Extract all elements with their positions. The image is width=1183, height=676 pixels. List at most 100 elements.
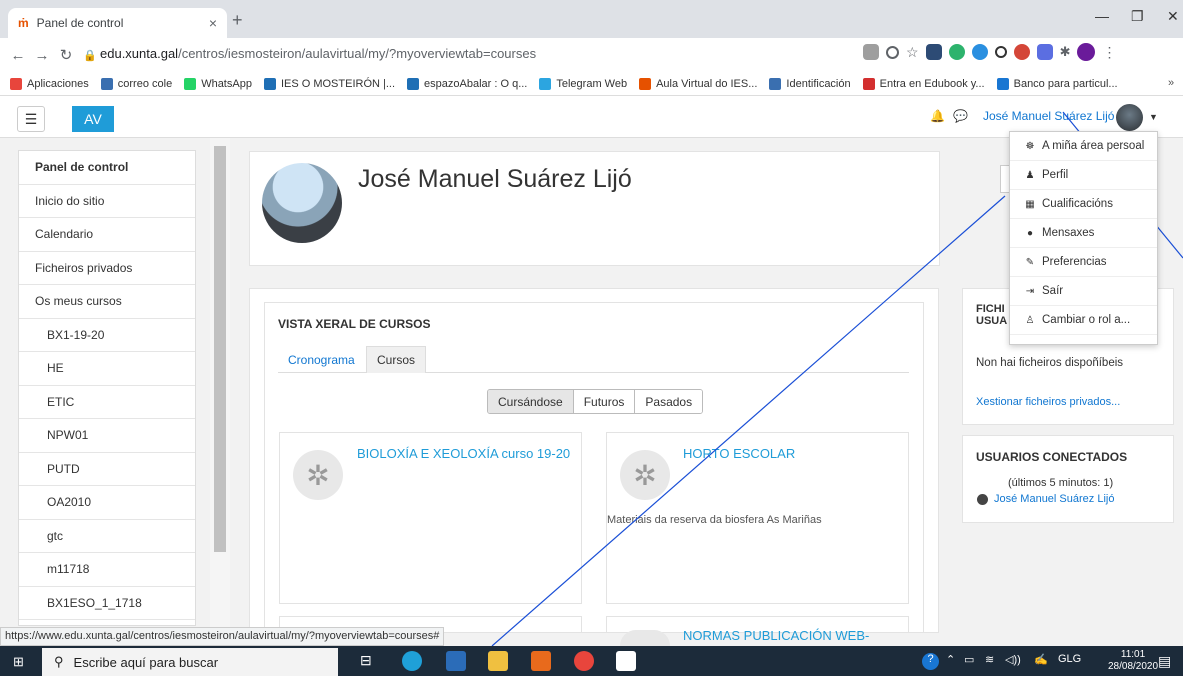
menu-icon[interactable]: ⋮ [1102,44,1116,61]
course-title[interactable]: NORMAS PUBLICACIÓN WEB- [683,629,869,643]
translate-icon[interactable] [863,44,879,60]
new-tab-button[interactable]: + [232,10,243,31]
site-logo[interactable]: AV [72,106,114,132]
taskbar-search-placeholder: Escribe aquí para buscar [73,654,219,670]
moodle-icon [639,77,652,90]
app-icon[interactable] [531,651,551,671]
manage-files-link[interactable]: Xestionar ficheiros privados... [976,396,1120,408]
caret-down-icon[interactable]: ▼ [1149,112,1158,122]
close-window-icon[interactable]: ✕ [1167,8,1179,25]
notifications-icon[interactable]: ▤ [1158,653,1171,670]
bookmark-label: Identificación [786,77,851,90]
help-icon[interactable]: ? [922,653,939,670]
profile-icon[interactable] [1077,43,1096,61]
online-user[interactable]: José Manuel Suárez Lijó [977,493,1114,505]
user-menu-item[interactable]: ▦ Cualificacións [1010,190,1157,219]
chevron-up-icon[interactable]: ⌃ [946,653,955,666]
sidebar-item[interactable]: PUTD [19,453,195,486]
bookmark-item[interactable]: Aula Virtual do IES... [639,77,757,90]
reload-icon[interactable]: ↻ [54,46,78,64]
private-files-title-1: FICHI [976,303,1005,315]
chrome-icon[interactable] [574,651,594,671]
sidebar-item[interactable]: NPW01 [19,419,195,453]
avatar[interactable] [1116,104,1143,131]
sidebar-item[interactable]: BX1ESO_1_1718 [19,587,195,620]
filter-in-progress-button[interactable]: Cursándose [488,390,574,413]
user-menu-item[interactable]: ⇥ Saír [1010,277,1157,306]
forward-icon[interactable]: → [30,47,54,64]
user-menu-item[interactable]: ☸ A miña área persoal [1010,132,1157,161]
browser-tab[interactable]: ṁ Panel de control × [8,8,227,38]
taskbar-search[interactable]: ⚲ Escribe aquí para buscar [42,648,338,676]
store-icon[interactable] [446,651,466,671]
address-bar[interactable]: edu.xunta.gal/centros/iesmosteiron/aulav… [100,46,536,61]
pen-icon[interactable]: ✍ [1034,653,1048,666]
bookmark-item[interactable]: Telegram Web [539,77,627,90]
bookmark-item[interactable]: correo cole [100,77,173,90]
bookmark-label: WhatsApp [201,77,252,90]
user-menu-item[interactable]: ● Mensaxes [1010,219,1157,248]
course-title[interactable]: HORTO ESCOLAR [683,447,795,461]
extension-c-icon[interactable] [994,46,1007,58]
sidebar-item[interactable]: HE [19,352,195,386]
extension-a-icon[interactable] [925,44,942,60]
puzzle-icon[interactable]: ✱ [1060,44,1071,60]
moodle-favicon-icon: ṁ [18,16,29,30]
bookmark-item[interactable]: IES O MOSTEIRÓN |... [263,77,395,90]
document-icon[interactable] [616,651,636,671]
hamburger-menu-button[interactable]: ☰ [17,106,45,132]
file-explorer-icon[interactable] [488,651,508,671]
skype-icon[interactable] [971,44,988,60]
network-icon[interactable]: ▭ [964,653,974,666]
sidebar-item[interactable]: ETIC [19,386,195,419]
volume-icon[interactable]: ◁)) [1005,653,1021,666]
sidebar-item[interactable]: OA2010 [19,486,195,520]
sidebar-item[interactable]: Calendario [19,218,195,252]
sidebar-item[interactable]: m11718 [19,553,195,587]
tab-timeline[interactable]: Cronograma [278,346,365,373]
task-view-icon[interactable]: ⊟ [360,652,372,669]
course-title[interactable]: BIOLOXÍA E XEOLOXÍA curso 19-20 [357,447,572,461]
filter-future-button[interactable]: Futuros [573,390,636,413]
sidebar-item[interactable]: Ficheiros privados [19,252,195,285]
sidebar-item[interactable]: BX1-19-20 [19,319,195,352]
bookmark-item[interactable]: espazoAbalar : O q... [407,77,527,90]
star-icon[interactable]: ☆ [906,44,919,61]
user-menu-name[interactable]: José Manuel Suárez Lijó [983,109,1114,123]
sidebar-item[interactable]: Panel de control [19,151,195,185]
clock[interactable]: 11:01 28/08/2020 [1108,649,1158,673]
sidebar-item[interactable]: gtc [19,520,195,553]
extension-e-icon[interactable] [1036,44,1053,60]
windows-start-icon[interactable]: ⊞ [13,654,24,670]
user-menu-item[interactable]: ♟ Perfil [1010,161,1157,190]
bell-icon[interactable]: 🔔 [930,109,945,123]
wifi-icon[interactable]: ≋ [985,653,994,666]
user-menu-item[interactable]: ✎ Preferencias [1010,248,1157,277]
bookmark-item[interactable]: Entra en Edubook y... [862,77,985,90]
bookmark-item[interactable]: Aplicaciones [10,77,89,90]
user-menu-label: A miña área persoal [1042,140,1145,152]
sidebar-item[interactable]: Os meus cursos [19,285,195,319]
sidebar-item[interactable]: Inicio do sitio [19,185,195,218]
tab-close-icon[interactable]: × [209,15,217,31]
extension-d-icon[interactable] [1013,44,1030,60]
chat-icon[interactable]: 💬 [953,109,968,123]
restore-icon[interactable]: ❐ [1131,8,1144,25]
back-icon[interactable]: ← [6,47,30,64]
zoom-icon[interactable] [886,45,899,59]
minimize-icon[interactable]: — [1095,8,1109,24]
bookmark-item[interactable]: Banco para particul... [996,77,1118,90]
online-user-name[interactable]: José Manuel Suárez Lijó [994,493,1114,505]
bookmark-item[interactable]: Identificación [769,77,851,90]
extension-b-icon[interactable] [948,44,965,60]
tab-courses[interactable]: Cursos [366,346,427,373]
bookmark-label: correo cole [117,77,173,90]
user-menu-item[interactable]: ♙ Cambiar o rol a... [1010,306,1157,335]
bookmark-item[interactable]: WhatsApp [184,77,252,90]
sidebar-scrollbar-thumb[interactable] [214,146,226,552]
edge-icon[interactable] [402,651,422,671]
language-indicator[interactable]: GLG [1058,653,1081,665]
filter-past-button[interactable]: Pasados [635,390,703,413]
url-path: /centros/iesmosteiron/aulavirtual/my/?my… [178,46,537,61]
bookmarks-more[interactable]: » [1168,77,1174,89]
